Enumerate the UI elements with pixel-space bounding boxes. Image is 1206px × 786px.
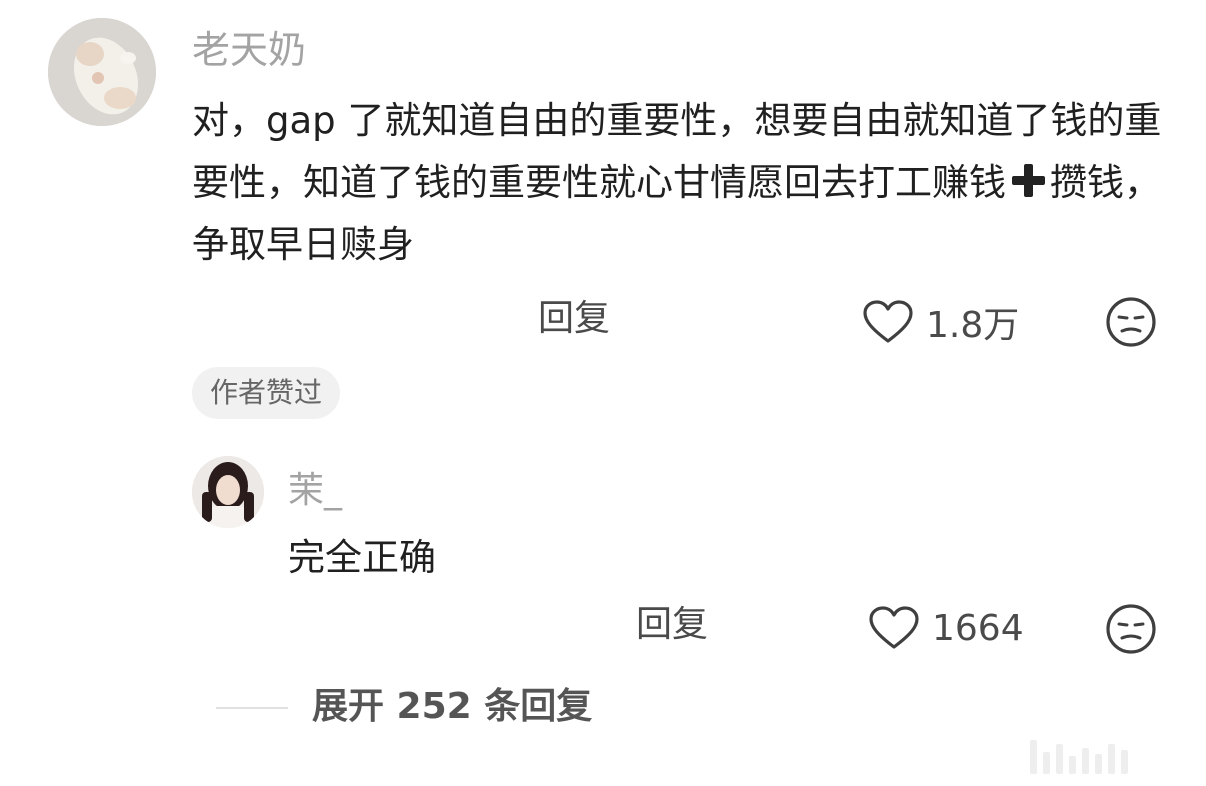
heavy-plus-icon bbox=[1010, 162, 1046, 198]
emoji-reaction-button[interactable] bbox=[1105, 296, 1157, 348]
heart-outline-icon bbox=[863, 300, 913, 343]
expand-replies-button[interactable]: 展开 252 条回复 bbox=[312, 682, 592, 732]
reply-text: 完全正确 bbox=[288, 536, 436, 579]
reply-button[interactable]: 回复 bbox=[538, 294, 610, 344]
cat-avatar-image bbox=[48, 18, 156, 126]
sub-like-count: 1664 bbox=[932, 607, 1024, 649]
like-button[interactable]: 1.8万 bbox=[862, 296, 1019, 348]
sub-reply-button[interactable]: 回复 bbox=[636, 600, 708, 650]
like-count: 1.8万 bbox=[926, 305, 1020, 346]
girl-avatar-image bbox=[192, 456, 264, 528]
commenter-avatar[interactable] bbox=[48, 18, 156, 126]
sub-emoji-reaction-button[interactable] bbox=[1105, 603, 1157, 655]
commenter-username[interactable]: 老天奶 bbox=[192, 24, 306, 76]
watermark-logo bbox=[1030, 740, 1128, 774]
reply-avatar[interactable] bbox=[192, 456, 264, 528]
reply-username[interactable]: 茉_ bbox=[288, 466, 342, 516]
author-liked-badge: 作者赞过 bbox=[192, 367, 341, 419]
sleepy-face-icon bbox=[1106, 297, 1156, 347]
expand-divider bbox=[216, 707, 288, 709]
sub-like-button[interactable]: 1664 bbox=[868, 602, 1024, 654]
heart-outline-icon bbox=[869, 606, 919, 649]
sleepy-face-icon bbox=[1106, 604, 1156, 654]
comment-text: 对，gap 了就知道自由的重要性，想要自由就知道了钱的重要性，知道了钱的重要性就… bbox=[192, 90, 1162, 276]
